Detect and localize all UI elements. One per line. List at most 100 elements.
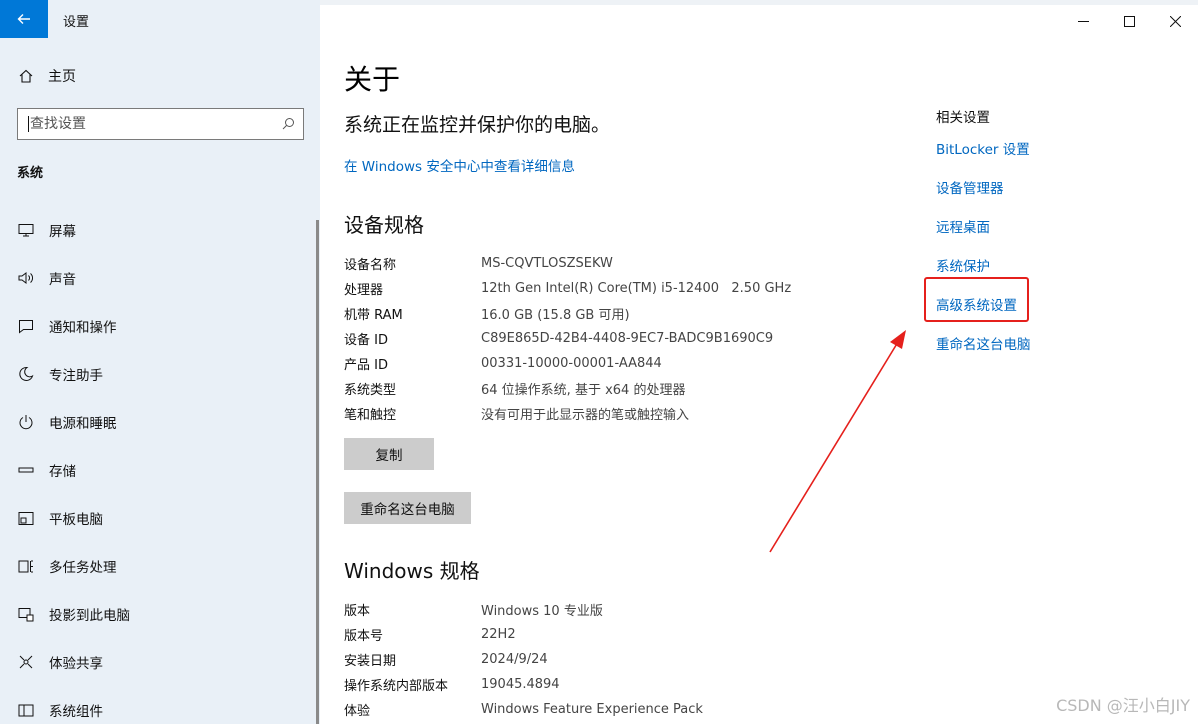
- minimize-icon: [1077, 20, 1089, 22]
- text-cursor: [28, 116, 29, 132]
- share-icon: [17, 653, 35, 671]
- sidebar-item-label: 平板电脑: [49, 512, 103, 528]
- window-controls: [1060, 0, 1198, 42]
- sidebar-item-sound[interactable]: 声音: [0, 254, 316, 302]
- spec-value: 19045.4894: [481, 677, 560, 692]
- sidebar-item-label: 电源和睡眠: [49, 416, 117, 432]
- related-settings: 相关设置 BitLocker 设置 设备管理器 远程桌面 系统保护 高级系统设置…: [936, 106, 1136, 362]
- search-input[interactable]: [30, 116, 282, 132]
- sidebar-item-label: 屏幕: [49, 224, 76, 240]
- section-label: 系统: [17, 166, 44, 181]
- spec-row: 版本号 22H2: [344, 622, 904, 647]
- spec-value: 22H2: [481, 627, 516, 642]
- spec-key: 系统类型: [344, 383, 397, 398]
- spec-value: Windows 10 专业版: [481, 604, 603, 619]
- sidebar-item-storage[interactable]: 存储: [0, 446, 316, 494]
- spec-row: 安装日期 2024/9/24: [344, 647, 904, 672]
- spec-value: 64 位操作系统, 基于 x64 的处理器: [481, 383, 686, 398]
- nav-list: 屏幕 声音 通知和操作 专注助手 电源和睡眠 存储 平板电脑 多任务处理 投影到…: [0, 206, 316, 724]
- back-arrow-icon: [17, 14, 30, 24]
- notification-icon: [17, 317, 35, 335]
- related-settings-title: 相关设置: [936, 110, 990, 126]
- windows-specs-heading: Windows 规格: [344, 559, 480, 583]
- page-title: 关于: [344, 63, 401, 96]
- spec-key: 产品 ID: [344, 358, 388, 373]
- sidebar-item-power[interactable]: 电源和睡眠: [0, 398, 316, 446]
- device-manager-link[interactable]: 设备管理器: [936, 167, 1136, 206]
- monitor-icon: [17, 221, 35, 239]
- tablet-icon: [17, 509, 35, 527]
- spec-value: C89E865D-42B4-4408-9EC7-BADC9B1690C9: [481, 331, 774, 346]
- sidebar-item-label: 投影到此电脑: [49, 608, 130, 624]
- sidebar-item-label: 专注助手: [49, 368, 103, 384]
- spec-key: 体验: [344, 704, 371, 719]
- sidebar-item-label: 多任务处理: [49, 560, 117, 576]
- sidebar-scrollbar[interactable]: [316, 220, 319, 724]
- spec-key: 设备 ID: [344, 333, 388, 348]
- nav-home[interactable]: 主页: [18, 66, 76, 86]
- security-center-link[interactable]: 在 Windows 安全中心中查看详细信息: [344, 155, 575, 175]
- sidebar-item-focus-assist[interactable]: 专注助手: [0, 350, 316, 398]
- watermark: CSDN @汪小白JIY: [1056, 696, 1190, 715]
- app-title: 设置: [63, 15, 90, 30]
- sidebar-item-tablet[interactable]: 平板电脑: [0, 494, 316, 542]
- moon-icon: [17, 365, 35, 383]
- sidebar-item-label: 通知和操作: [49, 320, 117, 336]
- spec-key: 版本号: [344, 629, 384, 644]
- minimize-button[interactable]: [1060, 0, 1106, 42]
- spec-value: 2024/9/24: [481, 652, 548, 667]
- close-button[interactable]: [1152, 0, 1198, 42]
- sidebar-item-label: 声音: [49, 272, 76, 288]
- sidebar-item-label: 存储: [49, 464, 76, 480]
- sidebar-item-project[interactable]: 投影到此电脑: [0, 590, 316, 638]
- windows-specs-list: 版本 Windows 10 专业版 版本号 22H2 安装日期 2024/9/24 操…: [344, 597, 904, 722]
- search-box[interactable]: [17, 108, 304, 140]
- search-icon[interactable]: [282, 115, 295, 134]
- nav-home-label: 主页: [48, 69, 76, 85]
- maximize-button[interactable]: [1106, 0, 1152, 42]
- speaker-icon: [17, 269, 35, 287]
- components-icon: [17, 701, 35, 719]
- maximize-icon: [1123, 15, 1135, 27]
- project-icon: [17, 605, 35, 623]
- spec-row: 设备名称 MS-CQVTLOSZSEKW: [344, 251, 904, 276]
- spec-row: 笔和触控 没有可用于此显示器的笔或触控输入: [344, 401, 904, 426]
- spec-value: 12th Gen Intel(R) Core(TM) i5-12400 2.50…: [481, 281, 792, 296]
- spec-row: 处理器 12th Gen Intel(R) Core(TM) i5-12400 2…: [344, 276, 904, 301]
- spec-key: 版本: [344, 604, 371, 619]
- sidebar-item-multitasking[interactable]: 多任务处理: [0, 542, 316, 590]
- rename-pc-button[interactable]: 重命名这台电脑: [344, 492, 471, 524]
- sidebar-item-components[interactable]: 系统组件: [0, 686, 316, 724]
- bitlocker-settings-link[interactable]: BitLocker 设置: [936, 128, 1136, 167]
- remote-desktop-link[interactable]: 远程桌面: [936, 206, 1136, 245]
- security-status: 系统正在监控并保护你的电脑。: [344, 114, 611, 136]
- spec-value: Windows Feature Experience Pack: [481, 702, 703, 717]
- spec-row: 版本 Windows 10 专业版: [344, 597, 904, 622]
- spec-key: 机带 RAM: [344, 308, 403, 323]
- spec-value: 16.0 GB (15.8 GB 可用): [481, 308, 630, 323]
- storage-icon: [17, 461, 35, 479]
- copy-button[interactable]: 复制: [344, 438, 434, 470]
- sidebar-item-shared[interactable]: 体验共享: [0, 638, 316, 686]
- spec-row: 操作系统内部版本 19045.4894: [344, 672, 904, 697]
- annotation-highlight-box: [924, 277, 1029, 322]
- spec-row: 体验 Windows Feature Experience Pack: [344, 697, 904, 722]
- spec-key: 操作系统内部版本: [344, 679, 449, 694]
- device-specs-list: 设备名称 MS-CQVTLOSZSEKW 处理器 12th Gen Intel(R)…: [344, 251, 904, 426]
- close-icon: [1169, 15, 1181, 27]
- spec-value: 没有可用于此显示器的笔或触控输入: [481, 408, 690, 423]
- sidebar-item-display[interactable]: 屏幕: [0, 206, 316, 254]
- spec-key: 设备名称: [344, 258, 397, 273]
- spec-row: 产品 ID 00331-10000-00001-AA844: [344, 351, 904, 376]
- sidebar-item-label: 系统组件: [49, 704, 103, 720]
- spec-key: 处理器: [344, 283, 384, 298]
- power-icon: [17, 413, 35, 431]
- spec-key: 笔和触控: [344, 408, 397, 423]
- spec-row: 设备 ID C89E865D-42B4-4408-9EC7-BADC9B1690C…: [344, 326, 904, 351]
- sidebar-item-notifications[interactable]: 通知和操作: [0, 302, 316, 350]
- rename-pc-link[interactable]: 重命名这台电脑: [936, 323, 1136, 362]
- spec-value: 00331-10000-00001-AA844: [481, 356, 662, 371]
- sidebar-item-label: 体验共享: [49, 656, 103, 672]
- back-button[interactable]: [0, 0, 48, 38]
- spec-value: MS-CQVTLOSZSEKW: [481, 256, 613, 271]
